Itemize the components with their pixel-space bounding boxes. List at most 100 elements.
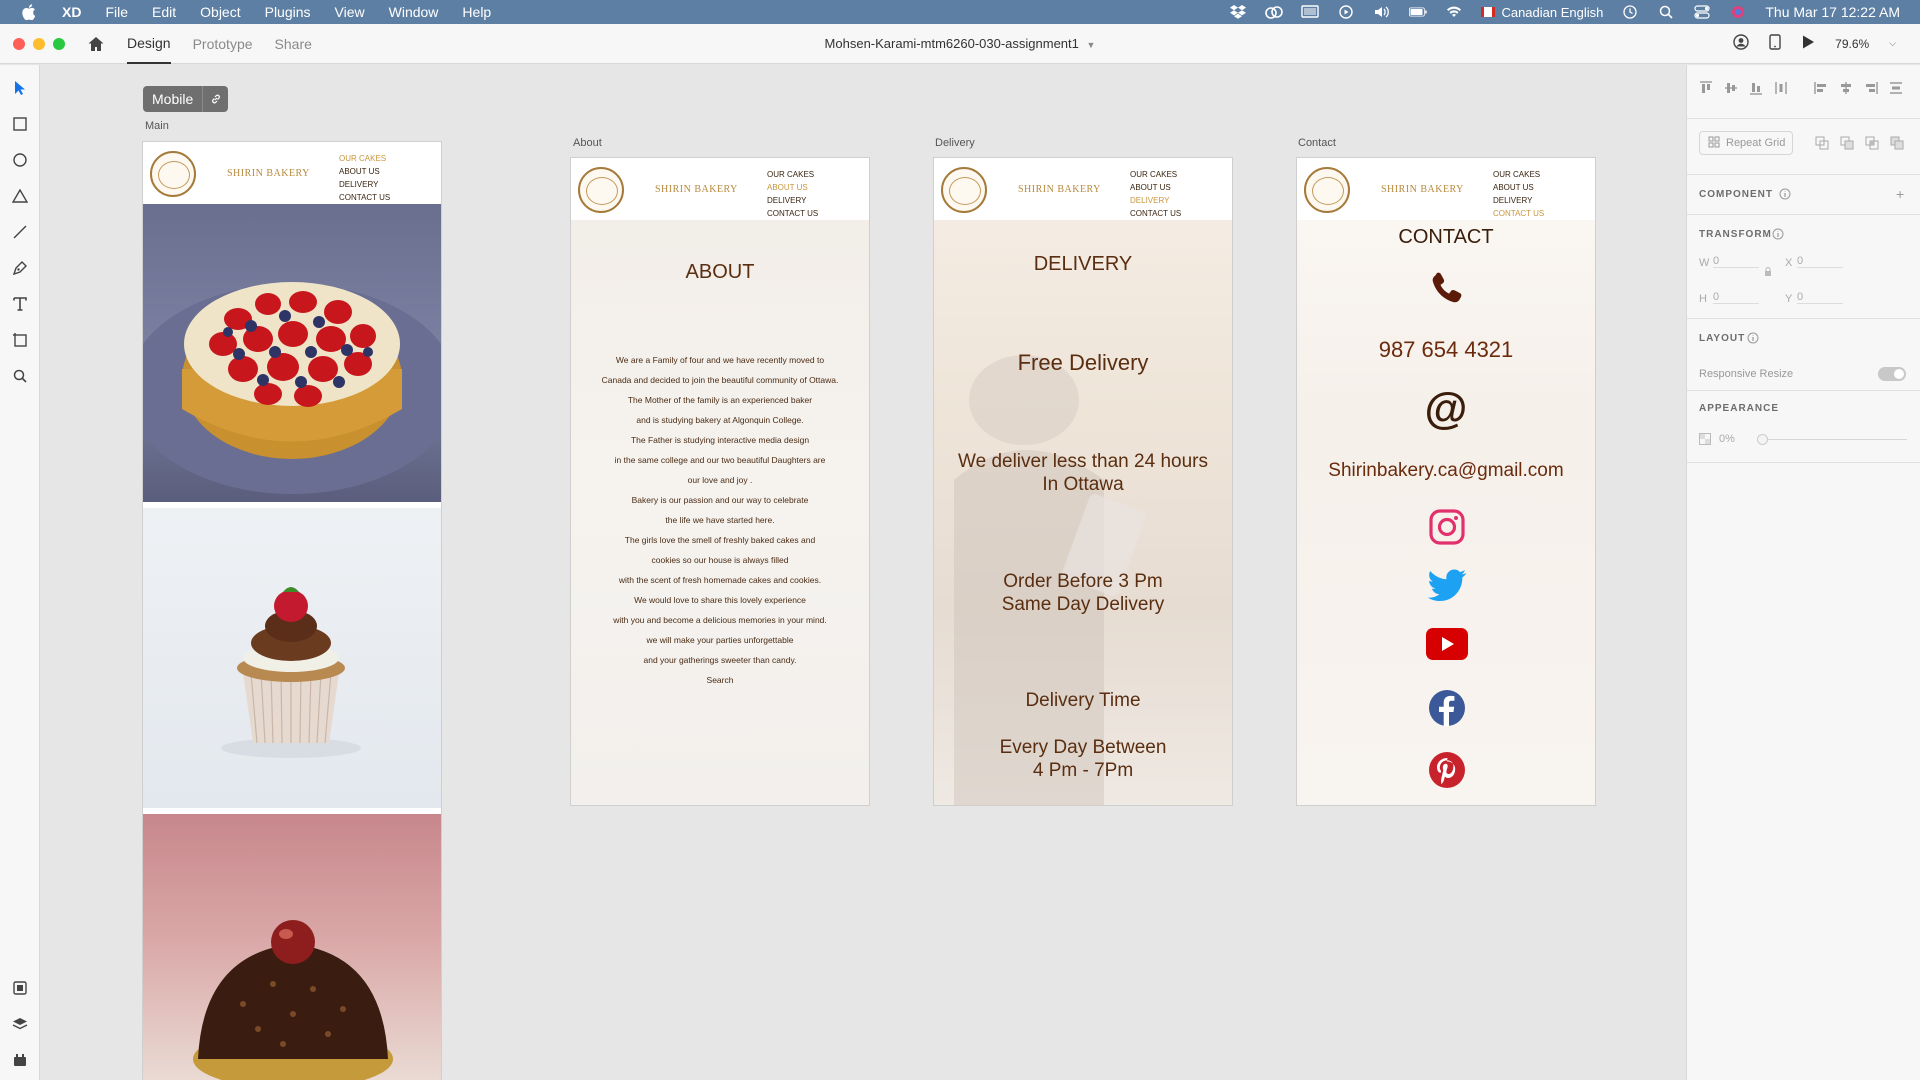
nav-contact-us[interactable]: CONTACT US bbox=[1130, 207, 1181, 220]
menu-object[interactable]: Object bbox=[200, 4, 240, 20]
wifi-icon[interactable] bbox=[1445, 5, 1463, 19]
zoom-level[interactable]: 79.6% bbox=[1835, 37, 1869, 51]
instagram-icon[interactable] bbox=[1428, 508, 1466, 551]
nav-contact-us[interactable]: CONTACT US bbox=[767, 207, 818, 220]
creative-cloud-icon[interactable] bbox=[1265, 5, 1284, 19]
nav-contact-us[interactable]: CONTACT US bbox=[339, 191, 390, 204]
align-middle-icon[interactable] bbox=[1724, 81, 1738, 98]
app-menu-xd[interactable]: XD bbox=[62, 4, 81, 20]
pen-tool-icon[interactable] bbox=[11, 259, 29, 277]
close-window-button[interactable] bbox=[13, 37, 25, 50]
menu-edit[interactable]: Edit bbox=[152, 4, 176, 20]
minimize-window-button[interactable] bbox=[33, 37, 45, 50]
height-field[interactable]: 0 bbox=[1713, 291, 1759, 304]
document-title[interactable]: Mohsen-Karami-mtm6260-030-assignment1 bbox=[825, 36, 1079, 51]
spotlight-search-icon[interactable] bbox=[1657, 5, 1675, 19]
nav-delivery[interactable]: DELIVERY bbox=[1493, 194, 1544, 207]
twitter-icon[interactable] bbox=[1427, 569, 1467, 608]
align-right-icon[interactable] bbox=[1864, 81, 1878, 98]
display-icon[interactable] bbox=[1301, 5, 1320, 19]
select-tool-icon[interactable] bbox=[11, 79, 29, 97]
align-center-icon[interactable] bbox=[1839, 81, 1853, 98]
nav-about-us[interactable]: ABOUT US bbox=[767, 181, 818, 194]
nav-about-us[interactable]: ABOUT US bbox=[1493, 181, 1544, 194]
youtube-icon[interactable] bbox=[1426, 628, 1468, 665]
nav-about-us[interactable]: ABOUT US bbox=[1130, 181, 1181, 194]
desktop-preview-play-icon[interactable] bbox=[1801, 34, 1815, 53]
play-circle-icon[interactable] bbox=[1337, 5, 1355, 19]
nav-delivery[interactable]: DELIVERY bbox=[339, 178, 390, 191]
y-field[interactable]: 0 bbox=[1797, 291, 1843, 304]
opacity-value[interactable]: 0% bbox=[1719, 433, 1735, 445]
artboard-label-about[interactable]: About bbox=[573, 137, 602, 149]
line-tool-icon[interactable] bbox=[11, 223, 29, 241]
tab-prototype[interactable]: Prototype bbox=[193, 24, 253, 64]
clock-datetime[interactable]: Thu Mar 17 12:22 AM bbox=[1765, 4, 1900, 20]
rectangle-tool-icon[interactable] bbox=[11, 115, 29, 133]
zoom-tool-icon[interactable] bbox=[11, 367, 29, 385]
info-icon[interactable] bbox=[1779, 188, 1791, 203]
nav-about-us[interactable]: ABOUT US bbox=[339, 165, 390, 178]
time-machine-icon[interactable] bbox=[1621, 5, 1639, 19]
nav-delivery[interactable]: DELIVERY bbox=[767, 194, 818, 207]
siri-icon[interactable] bbox=[1729, 5, 1747, 19]
nav-contact-us[interactable]: CONTACT US bbox=[1493, 207, 1544, 220]
info-icon[interactable] bbox=[1747, 332, 1759, 347]
responsive-resize-toggle[interactable] bbox=[1878, 367, 1906, 381]
device-preview-icon[interactable] bbox=[1769, 34, 1781, 53]
artboard-label-main[interactable]: Main bbox=[145, 120, 169, 132]
align-top-icon[interactable] bbox=[1699, 81, 1713, 98]
boolean-subtract-icon[interactable] bbox=[1840, 136, 1854, 153]
contact-email[interactable]: Shirinbakery.ca@gmail.com bbox=[1297, 460, 1595, 482]
about-search-link[interactable]: Search bbox=[571, 670, 869, 690]
apple-icon[interactable] bbox=[20, 4, 38, 20]
input-language[interactable]: Canadian English bbox=[1481, 5, 1603, 20]
battery-icon[interactable] bbox=[1409, 5, 1428, 19]
artboard-main[interactable]: SHIRIN BAKERY OUR CAKES ABOUT US DELIVER… bbox=[142, 141, 442, 1080]
chevron-down-icon[interactable]: ▼ bbox=[1087, 40, 1096, 50]
distribute-horizontal-icon[interactable] bbox=[1889, 81, 1903, 98]
contact-phone[interactable]: 987 654 4321 bbox=[1297, 337, 1595, 363]
nav-our-cakes[interactable]: OUR CAKES bbox=[1130, 168, 1181, 181]
nav-our-cakes[interactable]: OUR CAKES bbox=[339, 152, 390, 165]
distribute-vertical-icon[interactable] bbox=[1774, 81, 1788, 98]
plugins-panel-icon[interactable] bbox=[11, 1051, 29, 1069]
repeat-grid-button[interactable]: Repeat Grid bbox=[1699, 131, 1793, 155]
artboard-about[interactable]: SHIRIN BAKERY OUR CAKES ABOUT US DELIVER… bbox=[570, 157, 870, 806]
x-field[interactable]: 0 bbox=[1797, 255, 1843, 268]
artboard-label-delivery[interactable]: Delivery bbox=[935, 137, 975, 149]
artboard-mobile-badge[interactable]: Mobile bbox=[143, 86, 229, 112]
menu-view[interactable]: View bbox=[335, 4, 365, 20]
dropbox-icon[interactable] bbox=[1229, 5, 1247, 19]
boolean-add-icon[interactable] bbox=[1815, 136, 1829, 153]
menu-help[interactable]: Help bbox=[462, 4, 491, 20]
menu-file[interactable]: File bbox=[105, 4, 128, 20]
artboard-delivery[interactable]: SHIRIN BAKERY OUR CAKES ABOUT US DELIVER… bbox=[933, 157, 1233, 806]
tab-design[interactable]: Design bbox=[127, 24, 171, 64]
polygon-tool-icon[interactable] bbox=[11, 187, 29, 205]
phone-icon[interactable] bbox=[1429, 270, 1465, 311]
align-bottom-icon[interactable] bbox=[1749, 81, 1763, 98]
menu-window[interactable]: Window bbox=[389, 4, 439, 20]
pinterest-icon[interactable] bbox=[1428, 751, 1466, 794]
boolean-intersect-icon[interactable] bbox=[1865, 136, 1879, 153]
text-tool-icon[interactable] bbox=[11, 295, 29, 313]
nav-delivery[interactable]: DELIVERY bbox=[1130, 194, 1181, 207]
volume-icon[interactable] bbox=[1373, 5, 1391, 19]
control-center-icon[interactable] bbox=[1693, 5, 1711, 19]
align-left-icon[interactable] bbox=[1814, 81, 1828, 98]
ellipse-tool-icon[interactable] bbox=[11, 151, 29, 169]
artboard-tool-icon[interactable] bbox=[11, 331, 29, 349]
nav-our-cakes[interactable]: OUR CAKES bbox=[1493, 168, 1544, 181]
boolean-exclude-icon[interactable] bbox=[1890, 136, 1904, 153]
facebook-icon[interactable] bbox=[1428, 689, 1466, 732]
home-icon[interactable] bbox=[87, 35, 105, 53]
info-icon[interactable] bbox=[1772, 228, 1784, 243]
artboard-label-contact[interactable]: Contact bbox=[1298, 137, 1336, 149]
tab-share[interactable]: Share bbox=[275, 24, 312, 64]
layers-panel-icon[interactable] bbox=[11, 1015, 29, 1033]
menu-plugins[interactable]: Plugins bbox=[265, 4, 311, 20]
nav-our-cakes[interactable]: OUR CAKES bbox=[767, 168, 818, 181]
add-component-icon[interactable]: + bbox=[1896, 186, 1904, 202]
coediting-user-icon[interactable] bbox=[1733, 34, 1749, 53]
